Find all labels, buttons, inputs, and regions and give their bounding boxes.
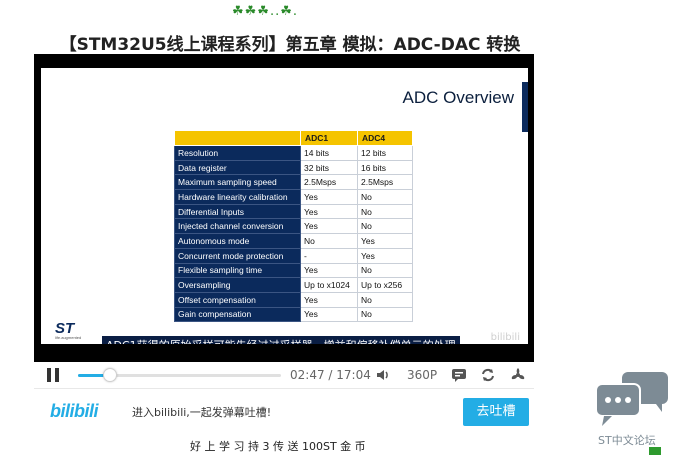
table-row: Injected channel conversion Yes No <box>174 218 413 235</box>
video-subtitle: ADC1获得的原始采样可能先经过过采样器、增益和偏移补偿单元的处理 <box>102 336 460 344</box>
table-row: Data register 32 bits 16 bits <box>174 159 413 176</box>
bilibili-logo[interactable]: bilibili <box>50 401 99 422</box>
row-label: Data register <box>174 159 301 176</box>
row-label: Resolution <box>174 145 301 161</box>
adc1-value: Yes <box>300 218 358 235</box>
current-time: 02:47 <box>290 368 325 382</box>
adc1-value: Yes <box>300 189 358 205</box>
chat-bubbles-icon <box>595 372 668 426</box>
table-row: Oversampling Up to x1024 Up to x256 <box>174 277 413 293</box>
row-label: Flexible sampling time <box>174 262 301 279</box>
row-label: Oversampling <box>174 277 301 293</box>
total-time: 17:04 <box>336 368 371 382</box>
adc4-value: No <box>357 218 413 235</box>
adc4-value: No <box>357 189 413 205</box>
video-player[interactable]: ADC Overview ADC1 ADC4 Resolution 14 bit… <box>34 54 534 362</box>
bilibili-watermark: bilibili <box>490 332 520 343</box>
loop-icon[interactable] <box>480 367 496 383</box>
adc1-value: - <box>300 247 358 264</box>
adc4-value: Yes <box>357 247 413 264</box>
quality-selector[interactable]: 360P <box>407 368 437 382</box>
page-title: 【STM32U5线上课程系列】第五章 模拟：ADC-DAC 转换 <box>59 35 521 55</box>
row-label: Injected channel conversion <box>174 218 301 235</box>
table-row: Offset compensation Yes No <box>174 291 413 308</box>
adc1-value: Yes <box>300 262 358 279</box>
table-header-adc4: ADC4 <box>357 130 413 146</box>
table-header-row: ADC1 ADC4 <box>174 130 413 146</box>
adc-comparison-table: ADC1 ADC4 Resolution 14 bits 12 bits Dat… <box>174 130 413 323</box>
adc1-value: Yes <box>300 306 358 323</box>
table-row: Concurrent mode protection - Yes <box>174 247 413 264</box>
table-row: Differential Inputs Yes No <box>174 203 413 220</box>
corner-badge <box>649 447 661 455</box>
adc4-value: No <box>357 306 413 323</box>
adc4-value: No <box>357 291 413 308</box>
slide-title: ADC Overview <box>402 88 514 107</box>
table-row: Maximum sampling speed 2.5Msps 2.5Msps <box>174 174 413 191</box>
table-header-blank <box>174 130 301 146</box>
adc1-value: Up to x1024 <box>300 277 358 293</box>
below-promo-text: 好 上 学 习 持 3 传 送 100ST 金 币 <box>190 440 366 453</box>
row-label: Differential Inputs <box>174 203 301 220</box>
fan-icon[interactable] <box>510 367 526 383</box>
table-row: Hardware linearity calibration Yes No <box>174 189 413 205</box>
row-label: Concurrent mode protection <box>174 247 301 264</box>
row-label: Maximum sampling speed <box>174 174 301 191</box>
adc4-value: 16 bits <box>357 159 413 176</box>
pause-icon[interactable] <box>46 368 60 382</box>
row-label: Hardware linearity calibration <box>174 189 301 205</box>
table-row: Flexible sampling time Yes No <box>174 262 413 279</box>
table-header-adc1: ADC1 <box>300 130 358 146</box>
progress-bar[interactable] <box>78 368 281 382</box>
video-slide: ADC Overview ADC1 ADC4 Resolution 14 bit… <box>41 68 528 344</box>
adc4-value: No <box>357 262 413 279</box>
adc4-value: Up to x256 <box>357 277 413 293</box>
slide-accent-bar <box>522 82 528 132</box>
adc4-value: Yes <box>357 233 413 249</box>
row-label: Autonomous mode <box>174 233 301 249</box>
row-label: Gain compensation <box>174 306 301 323</box>
forum-label: ST中文论坛 <box>598 434 656 447</box>
row-label: Offset compensation <box>174 291 301 308</box>
adc1-value: No <box>300 233 358 249</box>
table-row: Autonomous mode No Yes <box>174 233 413 249</box>
player-controls: 02:47 / 17:04 360P <box>34 362 534 388</box>
adc1-value: Yes <box>300 203 358 220</box>
title-decoration: ☘☘☘..☘. <box>232 4 299 19</box>
adc4-value: 2.5Msps <box>357 174 413 191</box>
danmaku-icon[interactable] <box>451 367 467 383</box>
st-forum-widget[interactable]: ST中文论坛 <box>594 370 674 450</box>
progress-handle[interactable] <box>103 368 118 382</box>
adc1-value: Yes <box>300 291 358 308</box>
time-display: 02:47 / 17:04 <box>290 368 371 382</box>
send-danmaku-button[interactable]: 去吐槽 <box>463 398 529 426</box>
danmaku-input[interactable]: 进入bilibili,一起发弹幕吐槽! <box>132 404 271 420</box>
adc1-value: 2.5Msps <box>300 174 358 191</box>
volume-icon[interactable] <box>375 367 391 383</box>
danmaku-bar: bilibili 进入bilibili,一起发弹幕吐槽! 去吐槽 <box>34 388 534 433</box>
adc1-value: 14 bits <box>300 145 358 161</box>
st-logo-tagline: life.augmented <box>55 335 82 340</box>
adc1-value: 32 bits <box>300 159 358 176</box>
table-row: Resolution 14 bits 12 bits <box>174 145 413 161</box>
table-row: Gain compensation Yes No <box>174 306 413 323</box>
adc4-value: No <box>357 203 413 220</box>
st-logo: ST life.augmented <box>55 320 81 340</box>
adc4-value: 12 bits <box>357 145 413 161</box>
